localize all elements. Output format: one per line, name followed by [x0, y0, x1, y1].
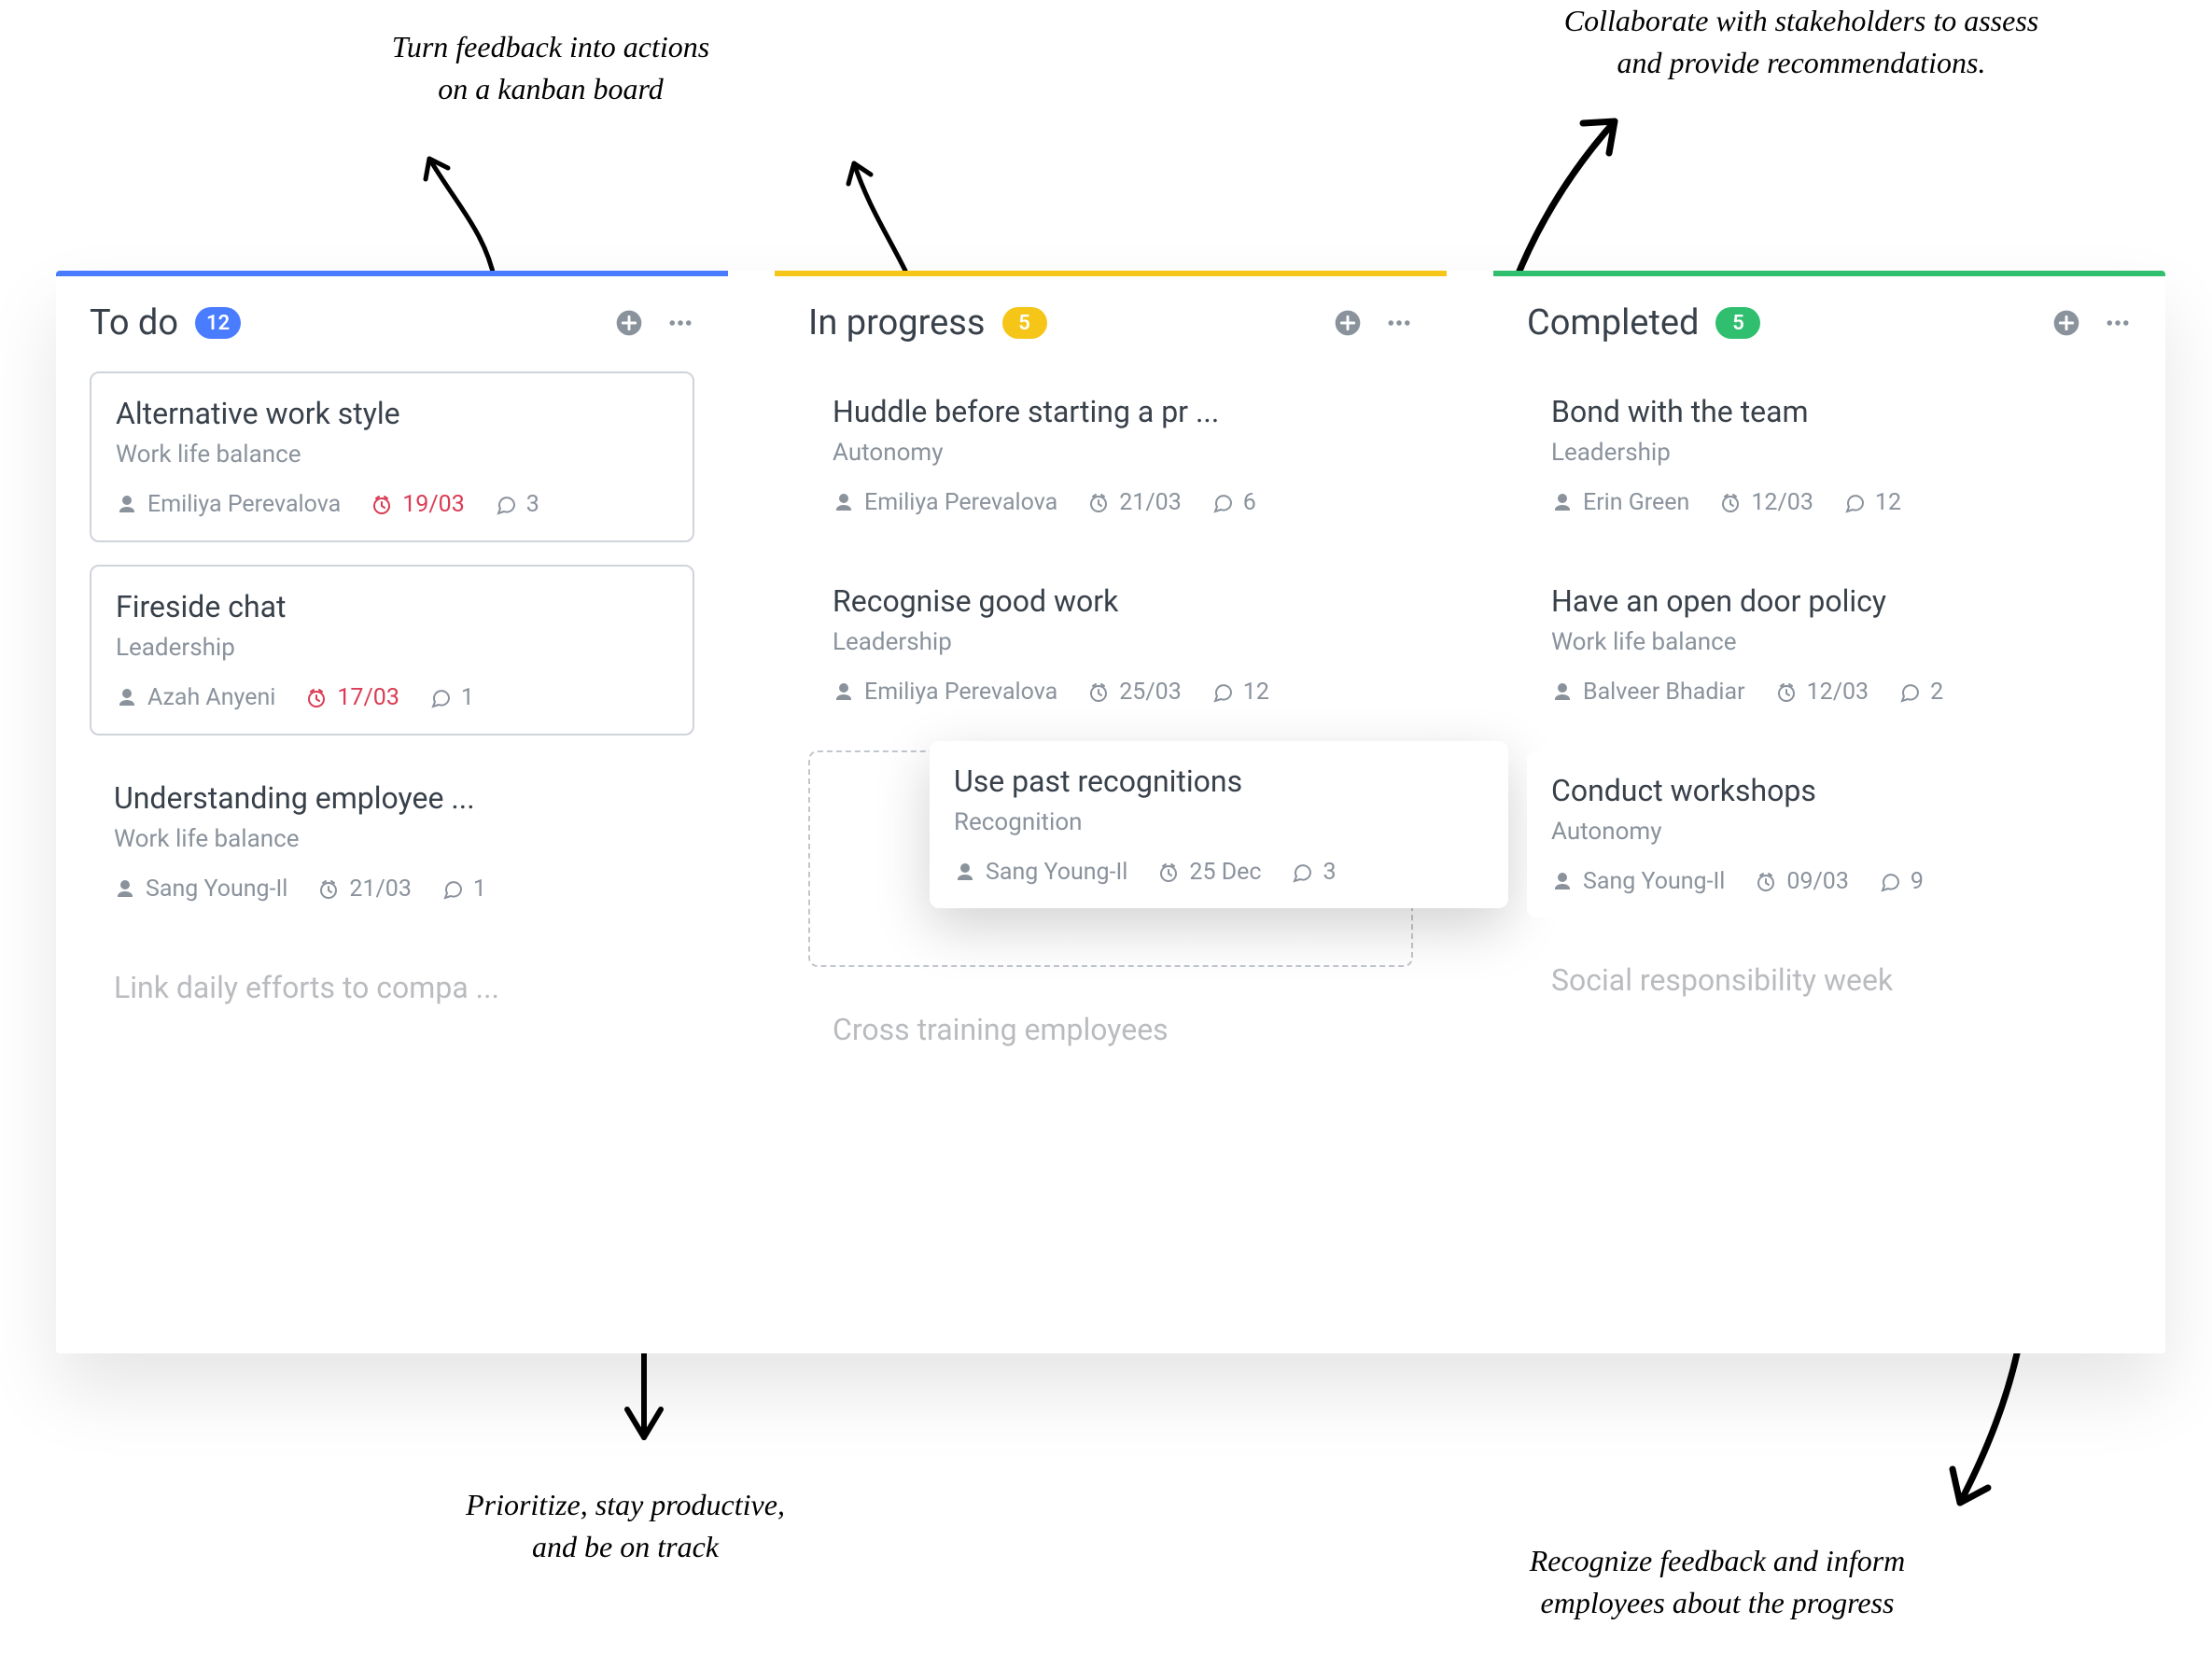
card-due-date: 12/03: [1775, 679, 1869, 706]
card-due-date: 12/03: [1719, 489, 1813, 516]
column-cards: Alternative work style Work life balance…: [56, 362, 728, 1353]
card-assignee: Sang Young-Il: [114, 876, 287, 903]
card-assignee: Emiliya Perevalova: [833, 489, 1057, 516]
card-due-date: 25 Dec: [1157, 859, 1261, 886]
column-menu-button[interactable]: [666, 309, 694, 337]
card[interactable]: Understanding employee ... Work life bal…: [90, 758, 694, 925]
card-category: Recognition: [954, 808, 1484, 836]
column-in-progress: In progress 5 Huddle before starting a p…: [775, 271, 1447, 1353]
column-count-badge: 5: [1715, 307, 1760, 339]
card-comments: 12: [1843, 489, 1901, 516]
card-title: Huddle before starting a pr ...: [833, 394, 1389, 429]
column-header: Completed 5: [1493, 276, 2165, 362]
column-header: To do 12: [56, 276, 728, 362]
card-due-date: 19/03: [371, 491, 465, 518]
card-comments: 6: [1211, 489, 1256, 516]
card[interactable]: Recognise good work Leadership Emiliya P…: [808, 561, 1413, 728]
card-title: Understanding employee ...: [114, 780, 670, 816]
annotation-bottom-right: Recognize feedback and informemployees a…: [1419, 1540, 2016, 1624]
card-category: Autonomy: [833, 439, 1389, 467]
card-dragging[interactable]: Use past recognitions Recognition Sang Y…: [930, 741, 1508, 908]
card-assignee: Sang Young-Il: [954, 859, 1127, 886]
card-faded[interactable]: Cross training employees: [808, 989, 1413, 1057]
add-card-button[interactable]: [614, 308, 644, 338]
card-title: Alternative work style: [116, 396, 668, 431]
kanban-board: To do 12 Alternative work style Work lif…: [56, 271, 2165, 1353]
card-title: Use past recognitions: [954, 763, 1484, 799]
card-due-date: 25/03: [1087, 679, 1182, 706]
card-due-date: 17/03: [305, 684, 399, 711]
annotation-top-left: Turn feedback into actionson a kanban bo…: [308, 26, 793, 110]
card-title: Recognise good work: [833, 583, 1389, 619]
card-assignee: Erin Green: [1551, 489, 1689, 516]
card-category: Leadership: [833, 628, 1389, 656]
card-category: Leadership: [1551, 439, 2107, 467]
card-comments: 3: [1291, 859, 1336, 886]
column-menu-button[interactable]: [1385, 309, 1413, 337]
column-cards: Huddle before starting a pr ... Autonomy…: [775, 362, 1447, 1353]
add-card-button[interactable]: [1333, 308, 1363, 338]
card-comments: 9: [1879, 868, 1924, 895]
card-title: Bond with the team: [1551, 394, 2107, 429]
card-comments: 1: [429, 684, 474, 711]
column-completed: Completed 5 Bond with the team Leadershi…: [1493, 271, 2165, 1353]
card[interactable]: Fireside chat Leadership Azah Anyeni 17/…: [90, 565, 694, 735]
column-title: To do: [90, 302, 178, 343]
column-cards: Bond with the team Leadership Erin Green…: [1493, 362, 2165, 1353]
card-assignee: Sang Young-Il: [1551, 868, 1725, 895]
card-assignee: Emiliya Perevalova: [116, 491, 341, 518]
card[interactable]: Conduct workshops Autonomy Sang Young-Il…: [1527, 750, 2132, 918]
card-faded[interactable]: Link daily efforts to compa ...: [90, 947, 694, 1015]
column-count-badge: 5: [1002, 307, 1047, 339]
annotation-top-right: Collaborate with stakeholders to assessa…: [1456, 0, 2147, 84]
card-due-date: 21/03: [1087, 489, 1182, 516]
card-category: Work life balance: [1551, 628, 2107, 656]
card-due-date: 21/03: [317, 876, 412, 903]
card-title: Have an open door policy: [1551, 583, 2107, 619]
column-title: In progress: [808, 302, 986, 343]
card-faded[interactable]: Social responsibility week: [1527, 940, 2132, 1007]
card-category: Work life balance: [116, 441, 668, 469]
card-category: Autonomy: [1551, 818, 2107, 846]
card-title: Link daily efforts to compa ...: [114, 970, 670, 1005]
card-category: Work life balance: [114, 825, 670, 853]
card[interactable]: Alternative work style Work life balance…: [90, 371, 694, 542]
card-title: Cross training employees: [833, 1012, 1389, 1047]
add-card-button[interactable]: [2051, 308, 2081, 338]
card-category: Leadership: [116, 634, 668, 662]
card-due-date: 09/03: [1755, 868, 1849, 895]
annotation-bottom-left: Prioritize, stay productive,and be on tr…: [373, 1484, 877, 1568]
card-title: Conduct workshops: [1551, 773, 2107, 808]
column-menu-button[interactable]: [2104, 309, 2132, 337]
card-comments: 1: [441, 876, 486, 903]
arrow-top-middle: [831, 149, 933, 289]
card-title: Fireside chat: [116, 589, 668, 624]
card-assignee: Balveer Bhadiar: [1551, 679, 1745, 706]
column-todo: To do 12 Alternative work style Work lif…: [56, 271, 728, 1353]
card-assignee: Azah Anyeni: [116, 684, 275, 711]
card-title: Social responsibility week: [1551, 962, 2107, 998]
card-comments: 2: [1898, 679, 1943, 706]
card[interactable]: Have an open door policy Work life balan…: [1527, 561, 2132, 728]
column-count-badge: 12: [195, 307, 241, 339]
card-comments: 3: [495, 491, 539, 518]
column-title: Completed: [1527, 302, 1699, 343]
card-assignee: Emiliya Perevalova: [833, 679, 1057, 706]
card[interactable]: Bond with the team Leadership Erin Green…: [1527, 371, 2132, 539]
card-comments: 12: [1211, 679, 1269, 706]
column-header: In progress 5: [775, 276, 1447, 362]
card[interactable]: Huddle before starting a pr ... Autonomy…: [808, 371, 1413, 539]
